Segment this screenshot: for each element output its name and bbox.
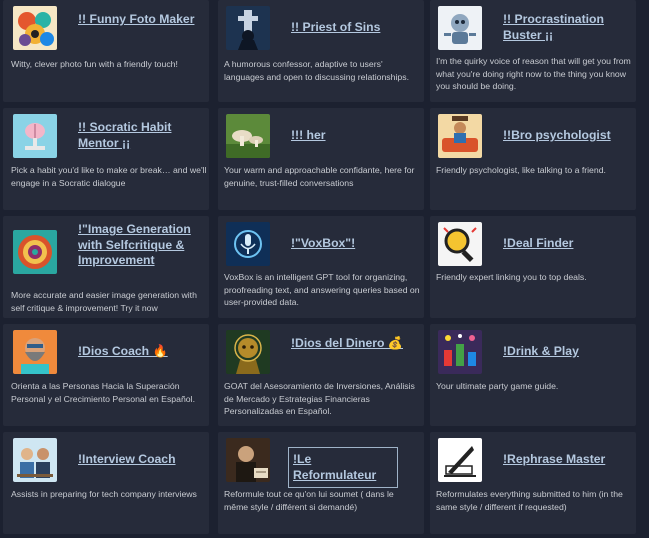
interview-people-icon — [13, 438, 57, 482]
gpt-description: Orienta a las Personas Hacia la Superaci… — [11, 381, 195, 404]
gpt-card[interactable]: !Rephrase Master Reformulates everything… — [430, 432, 636, 534]
gpt-description: Reformulates everything submitted to him… — [436, 489, 623, 512]
gpt-description: I'm the quirky voice of reason that will… — [436, 56, 631, 91]
golden-figure-icon — [226, 330, 270, 374]
quill-icon — [438, 438, 482, 482]
gpt-title[interactable]: !Le Reformulateur — [288, 447, 398, 488]
gpt-title[interactable]: !! Socratic Habit Mentor ¡¡ — [78, 120, 202, 151]
gpt-description: Reformule tout ce qu'on lui soumet ( dan… — [224, 489, 394, 512]
gpt-card[interactable]: !! Socratic Habit Mentor ¡¡ Pick a habit… — [3, 108, 209, 210]
bearded-man-icon — [13, 330, 57, 374]
gpt-card[interactable]: !Dios Coach 🔥 Orienta a las Personas Hac… — [3, 324, 209, 426]
robot-icon — [438, 6, 482, 50]
gpt-card[interactable]: !Drink & Play Your ultimate party game g… — [430, 324, 636, 426]
magnifier-icon — [438, 222, 482, 266]
gpt-title[interactable]: !Interview Coach — [78, 452, 202, 468]
gpt-description: More accurate and easier image generatio… — [11, 290, 197, 313]
party-collage-icon — [438, 330, 482, 374]
gpt-card[interactable]: !Interview Coach Assists in preparing fo… — [3, 432, 209, 534]
gpt-title[interactable]: !Dios Coach 🔥 — [78, 344, 202, 360]
colorful-collage-icon — [13, 6, 57, 50]
gpt-card[interactable]: !"Image Generation with Selfcritique & I… — [3, 216, 209, 318]
gpt-title[interactable]: !"Image Generation with Selfcritique & I… — [78, 222, 202, 269]
circular-emblem-icon — [13, 230, 57, 274]
gpt-card[interactable]: !! Priest of Sins A humorous confessor, … — [218, 0, 424, 102]
gpt-description: A humorous confessor, adaptive to users'… — [224, 59, 409, 82]
gpt-title[interactable]: !! Funny Foto Maker — [78, 12, 202, 28]
gpt-title[interactable]: !"VoxBox"! — [291, 236, 415, 252]
gpt-description: VoxBox is an intelligent GPT tool for or… — [224, 272, 420, 307]
gpt-description: Your warm and approachable confidante, h… — [224, 165, 415, 188]
gpt-title[interactable]: !Dios del Dinero 💰 — [291, 336, 415, 352]
gpt-description: Your ultimate party game guide. — [436, 381, 559, 391]
gpt-title[interactable]: !! Priest of Sins — [291, 20, 415, 36]
gpt-card[interactable]: !"VoxBox"! VoxBox is an intelligent GPT … — [218, 216, 424, 318]
gpt-description: GOAT del Asesoramiento de Inversiones, A… — [224, 381, 415, 416]
gpt-grid: !! Funny Foto Maker Witty, clever photo … — [0, 0, 649, 538]
gpt-title[interactable]: !Deal Finder — [503, 236, 627, 252]
gpt-card[interactable]: !Le Reformulateur Reformule tout ce qu'o… — [218, 432, 424, 534]
gpt-description: Friendly psychologist, like talking to a… — [436, 165, 606, 175]
couch-person-icon — [438, 114, 482, 158]
gpt-description: Pick a habit you'd like to make or break… — [11, 165, 207, 188]
gpt-card[interactable]: !! Procrastination Buster ¡¡ I'm the qui… — [430, 0, 636, 102]
gpt-title[interactable]: !! Procrastination Buster ¡¡ — [503, 12, 627, 43]
church-priest-icon — [226, 6, 270, 50]
writer-portrait-icon — [226, 438, 270, 482]
mushroom-icon — [226, 114, 270, 158]
gpt-title[interactable]: !Drink & Play — [503, 344, 627, 360]
gpt-card[interactable]: !!Bro psychologist Friendly psychologist… — [430, 108, 636, 210]
gpt-card[interactable]: !! Funny Foto Maker Witty, clever photo … — [3, 0, 209, 102]
gpt-card[interactable]: !Deal Finder Friendly expert linking you… — [430, 216, 636, 318]
gpt-description: Assists in preparing for tech company in… — [11, 489, 197, 499]
gpt-description: Witty, clever photo fun with a friendly … — [11, 59, 178, 69]
gpt-card[interactable]: !!! her Your warm and approachable confi… — [218, 108, 424, 210]
brain-icon — [13, 114, 57, 158]
microphone-icon — [226, 222, 270, 266]
gpt-title[interactable]: !Rephrase Master — [503, 452, 627, 468]
gpt-description: Friendly expert linking you to top deals… — [436, 272, 587, 282]
gpt-title[interactable]: !!! her — [291, 128, 415, 144]
gpt-card[interactable]: !Dios del Dinero 💰 GOAT del Asesoramient… — [218, 324, 424, 426]
gpt-title[interactable]: !!Bro psychologist — [503, 128, 627, 144]
